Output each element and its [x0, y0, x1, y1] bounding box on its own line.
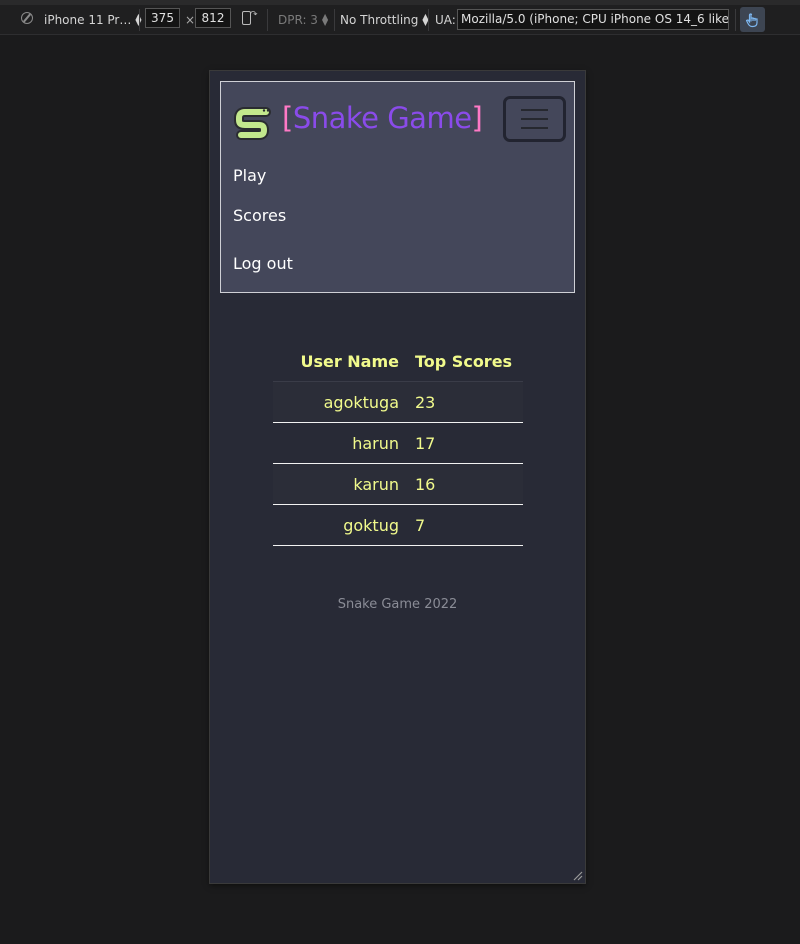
- cell-user: karun: [273, 463, 407, 505]
- table-row: harun 17: [273, 422, 523, 464]
- touch-emulation-button[interactable]: [740, 7, 765, 32]
- devtools-device-toolbar: iPhone 11 Pr… ▲▼ 375 × 812 DPR: 3 ▲▼ No …: [0, 5, 800, 35]
- divider: [735, 9, 736, 31]
- dpr-label: DPR: 3: [278, 12, 318, 27]
- divider: [139, 9, 140, 31]
- throttling-label: No Throttling: [340, 12, 419, 27]
- nav-link-logout[interactable]: Log out: [233, 254, 293, 274]
- hamburger-icon-line: [521, 127, 548, 129]
- cell-user: agoktuga: [273, 381, 407, 423]
- ua-label: UA:: [435, 12, 456, 27]
- navbar-toggler-button[interactable]: [503, 96, 566, 142]
- column-header-top-scores: Top Scores: [415, 351, 513, 371]
- page-footer: Snake Game 2022: [337, 597, 458, 612]
- table-row: karun 16: [273, 463, 523, 505]
- cell-score: 23: [407, 381, 523, 423]
- cell-user: goktug: [273, 504, 407, 546]
- resize-handle-icon[interactable]: [571, 869, 583, 881]
- brand-title[interactable]: [Snake Game]: [282, 98, 483, 138]
- divider: [428, 9, 429, 31]
- table-header-row: User Name Top Scores: [273, 341, 523, 382]
- user-agent-input[interactable]: Mozilla/5.0 (iPhone; CPU iPhone OS 14_6 …: [457, 9, 729, 30]
- cell-score: 17: [407, 422, 523, 464]
- brand-text: Snake Game: [292, 101, 472, 135]
- pointer-hand-icon: [745, 12, 758, 27]
- cell-score: 16: [407, 463, 523, 505]
- nav-link-scores[interactable]: Scores: [233, 206, 286, 226]
- column-header-user-name: User Name: [300, 351, 399, 371]
- device-viewport: [Snake Game] Play Scores Log out User Na…: [210, 71, 585, 883]
- navbar: [Snake Game] Play Scores Log out: [220, 81, 575, 293]
- select-arrows-icon: ▲▼: [321, 11, 329, 27]
- dimension-separator: ×: [185, 12, 196, 27]
- scores-table: User Name Top Scores agoktuga 23 harun 1…: [273, 341, 523, 546]
- divider: [334, 9, 335, 31]
- hamburger-icon-line: [521, 118, 548, 120]
- cell-score: 7: [407, 504, 523, 546]
- divider: [267, 9, 268, 31]
- scores-table-container: User Name Top Scores agoktuga 23 harun 1…: [273, 341, 523, 546]
- device-name: iPhone 11 Pr…: [44, 12, 132, 27]
- table-row: agoktuga 23: [273, 381, 523, 423]
- table-row: goktug 7: [273, 504, 523, 546]
- brand-bracket-close: ]: [471, 101, 483, 135]
- nav-link-play[interactable]: Play: [233, 166, 266, 186]
- hamburger-icon-line: [521, 109, 548, 111]
- device-select[interactable]: iPhone 11 Pr… ▲▼: [44, 5, 142, 34]
- brand-bracket-open: [: [282, 101, 293, 135]
- width-input[interactable]: 375: [145, 8, 180, 28]
- height-input[interactable]: 812: [195, 8, 231, 28]
- snake-logo-icon[interactable]: [233, 104, 273, 144]
- compass-icon[interactable]: [21, 12, 33, 24]
- dpr-select[interactable]: DPR: 3 ▲ ▼: [278, 5, 328, 34]
- cell-user: harun: [273, 422, 407, 464]
- rotate-icon[interactable]: [242, 10, 258, 25]
- throttling-select[interactable]: No Throttling ▲ ▼: [340, 5, 429, 34]
